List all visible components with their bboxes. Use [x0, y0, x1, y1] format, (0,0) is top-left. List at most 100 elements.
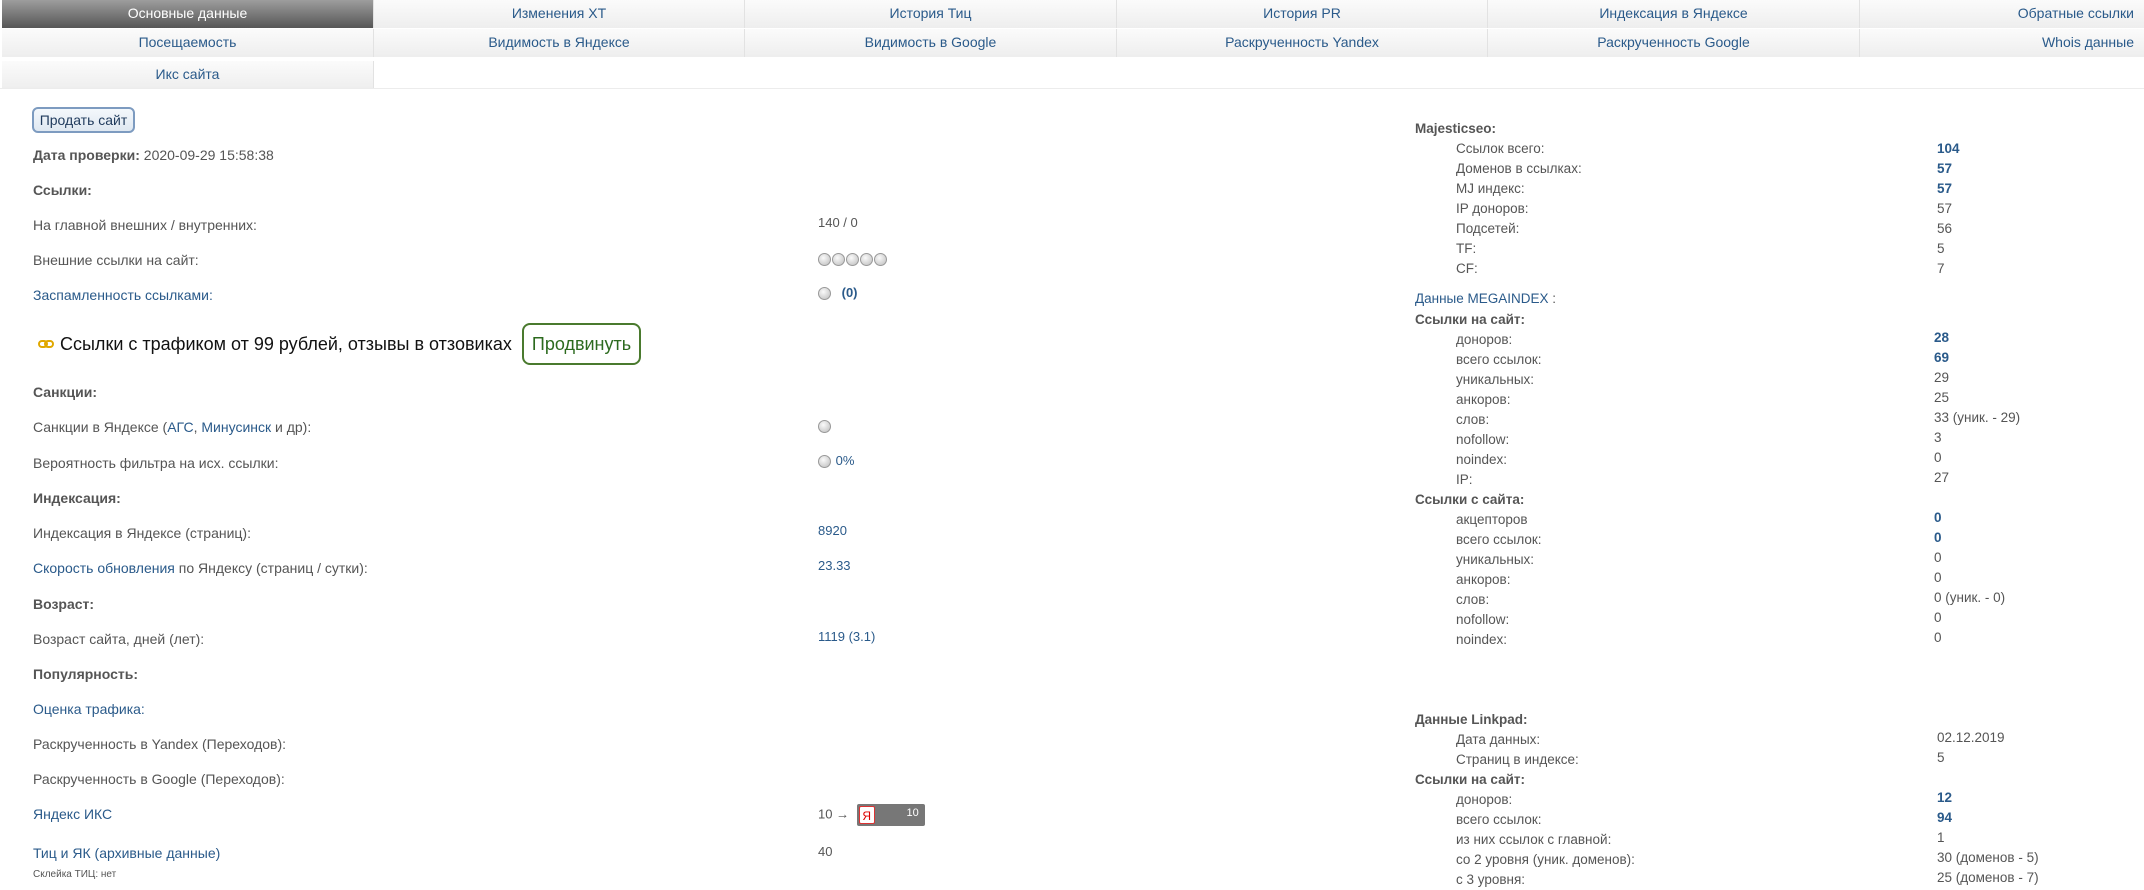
main-links-value: 140 / 0 [818, 215, 858, 230]
spam-row: Заспамленность ссылками: [33, 287, 213, 303]
nav-row-2: Посещаемость Видимость в Яндексе Видимос… [2, 29, 2144, 57]
mega-out-value[interactable]: 0 [1934, 510, 1942, 525]
mega-in-value[interactable]: 69 [1934, 350, 1949, 365]
ags-link[interactable]: АГС [167, 419, 193, 435]
sanctions-row: Санкции в Яндексе (АГС, Минусинск и др): [33, 419, 311, 435]
tab-yandex-indexing[interactable]: Индексация в Яндексе [1488, 0, 1860, 28]
yandex-promo-label: Раскрученность в Yandex (Переходов): [33, 736, 287, 752]
sanctions-header: Санкции: [33, 384, 98, 400]
tic-value: 40 [818, 844, 833, 859]
majestic-label: Подсетей: [1456, 221, 1520, 236]
yandex-iks-link[interactable]: Яндекс ИКС [33, 806, 112, 822]
traffic-link[interactable]: Оценка трафика [33, 701, 141, 717]
majestic-label: Доменов в ссылках: [1456, 161, 1582, 176]
tab-yandex-promo[interactable]: Раскрученность Yandex [1117, 29, 1488, 57]
sanctions-indicator [818, 418, 832, 434]
majestic-value[interactable]: 57 [1937, 161, 1952, 176]
google-promo-label: Раскрученность в Google (Переходов): [33, 771, 285, 787]
majestic-label: Ссылок всего: [1456, 141, 1545, 156]
filter-value: 0% [835, 453, 855, 468]
tab-backlinks[interactable]: Обратные ссылки [1860, 0, 2144, 28]
promo-text[interactable]: Ссылки с трафиком от 99 рублей, отзывы в… [60, 334, 512, 355]
mega-out-label: всего ссылок: [1456, 532, 1542, 547]
tab-tic-history[interactable]: История Тиц [745, 0, 1117, 28]
yandex-logo-icon: Я [858, 806, 875, 824]
mega-out-label: nofollow: [1456, 612, 1510, 627]
mega-out-label: анкоров: [1456, 572, 1511, 587]
tab-google-promo[interactable]: Раскрученность Google [1488, 29, 1860, 57]
tab-site-iks[interactable]: Икс сайта [2, 61, 374, 89]
linkpad-in-value[interactable]: 12 [1937, 790, 1952, 805]
update-speed-label: по Яндексу (страниц / сутки): [174, 560, 368, 576]
linkpad-in-label: со 2 уровня (уник. доменов): [1456, 852, 1635, 867]
tab-yandex-visibility[interactable]: Видимость в Яндексе [374, 29, 745, 57]
status-circle-icon [818, 287, 831, 301]
mega-in-value: 27 [1934, 470, 1950, 485]
filter-value-cell: 0% [818, 453, 855, 469]
age-header: Возраст: [33, 596, 95, 612]
filter-label: Вероятность фильтра на исх. ссылки: [33, 455, 279, 471]
majestic-label: MJ индекс: [1456, 181, 1525, 196]
linkpad-label: Страниц в индексе: [1456, 752, 1579, 767]
mega-out-value: 0 [1934, 610, 1942, 625]
update-speed-value: 23.33 [818, 558, 851, 573]
traffic-colon: : [140, 701, 145, 717]
tab-main-data[interactable]: Основные данные [2, 0, 374, 28]
status-circle-icon [860, 253, 873, 267]
linkpad-in-value: 30 (доменов - 5) [1937, 850, 2039, 865]
mega-out-value[interactable]: 0 [1934, 530, 1942, 545]
yandex-iks-value-cell: 10 → Я 10 [818, 804, 925, 826]
spam-link[interactable]: Заспамленность ссылками [33, 287, 209, 303]
tab-pr-history[interactable]: История PR [1117, 0, 1488, 28]
mega-in-label: анкоров: [1456, 392, 1511, 407]
status-circle-icon [874, 253, 887, 267]
linkpad-in-value[interactable]: 94 [1937, 810, 1952, 825]
mega-in-label: слов: [1456, 412, 1490, 427]
mega-out-label: акцепторов [1456, 512, 1528, 527]
spam-value[interactable]: (0) [842, 285, 858, 300]
mega-in-header: Ссылки на сайт: [1415, 312, 1525, 327]
mega-out-value: 0 [1934, 550, 1942, 565]
status-circle-icon [818, 455, 831, 469]
mega-in-value: 3 [1934, 430, 1942, 445]
megaindex-link[interactable]: Данные MEGAINDEX [1415, 291, 1549, 306]
yandex-iks-badge[interactable]: Я 10 [856, 804, 925, 826]
check-date-value: 2020-09-29 15:58:38 [143, 147, 274, 163]
status-circle-icon [832, 253, 845, 267]
sanctions-label-post: и др): [271, 419, 312, 435]
spam-colon: : [208, 287, 213, 303]
update-speed-link[interactable]: Скорость обновления [33, 560, 175, 576]
linkpad-in-header: Ссылки на сайт: [1415, 772, 1525, 787]
majestic-value: 56 [1937, 221, 1953, 236]
majestic-value[interactable]: 57 [1937, 181, 1952, 196]
tab-traffic[interactable]: Посещаемость [2, 29, 374, 57]
linkpad-in-label: доноров: [1456, 792, 1513, 807]
age-value: 1119 (3.1) [818, 629, 876, 644]
majestic-value[interactable]: 104 [1937, 141, 1960, 156]
linkpad-in-label: всего ссылок: [1456, 812, 1542, 827]
promote-button[interactable]: Продвинуть [521, 323, 642, 365]
status-circle-icon [846, 253, 859, 267]
tic-archive-link[interactable]: Тиц и ЯК (архивные данные) [33, 845, 220, 861]
tab-google-visibility[interactable]: Видимость в Google [745, 29, 1117, 57]
mega-in-value: 33 (уник. - 29) [1934, 410, 2021, 425]
minusinsk-link[interactable]: Минусинск [201, 419, 271, 435]
majestic-label: TF: [1456, 241, 1477, 256]
tab-whois[interactable]: Whois данные [1860, 29, 2144, 57]
mega-in-value[interactable]: 28 [1934, 330, 1949, 345]
mega-out-header: Ссылки с сайта: [1415, 492, 1525, 507]
mega-out-label: слов: [1456, 592, 1490, 607]
check-date-row: Дата проверки: 2020-09-29 15:58:38 [33, 147, 274, 163]
mega-in-label: всего ссылок: [1456, 352, 1542, 367]
sell-site-button[interactable]: Продать сайт [32, 107, 135, 133]
yandex-index-value[interactable]: 8920 [818, 523, 847, 538]
majestic-label: CF: [1456, 261, 1478, 276]
traffic-row: Оценка трафика: [33, 701, 145, 717]
linkpad-value: 02.12.2019 [1937, 730, 2005, 745]
mega-in-label: noindex: [1456, 452, 1508, 467]
mega-in-label: IP: [1456, 472, 1473, 487]
yandex-index-label: Индексация в Яндексе (страниц): [33, 525, 251, 541]
mega-out-label: уникальных: [1456, 552, 1535, 567]
tab-xt-changes[interactable]: Изменения ХТ [374, 0, 745, 28]
linkpad-label: Дата данных: [1456, 732, 1541, 747]
